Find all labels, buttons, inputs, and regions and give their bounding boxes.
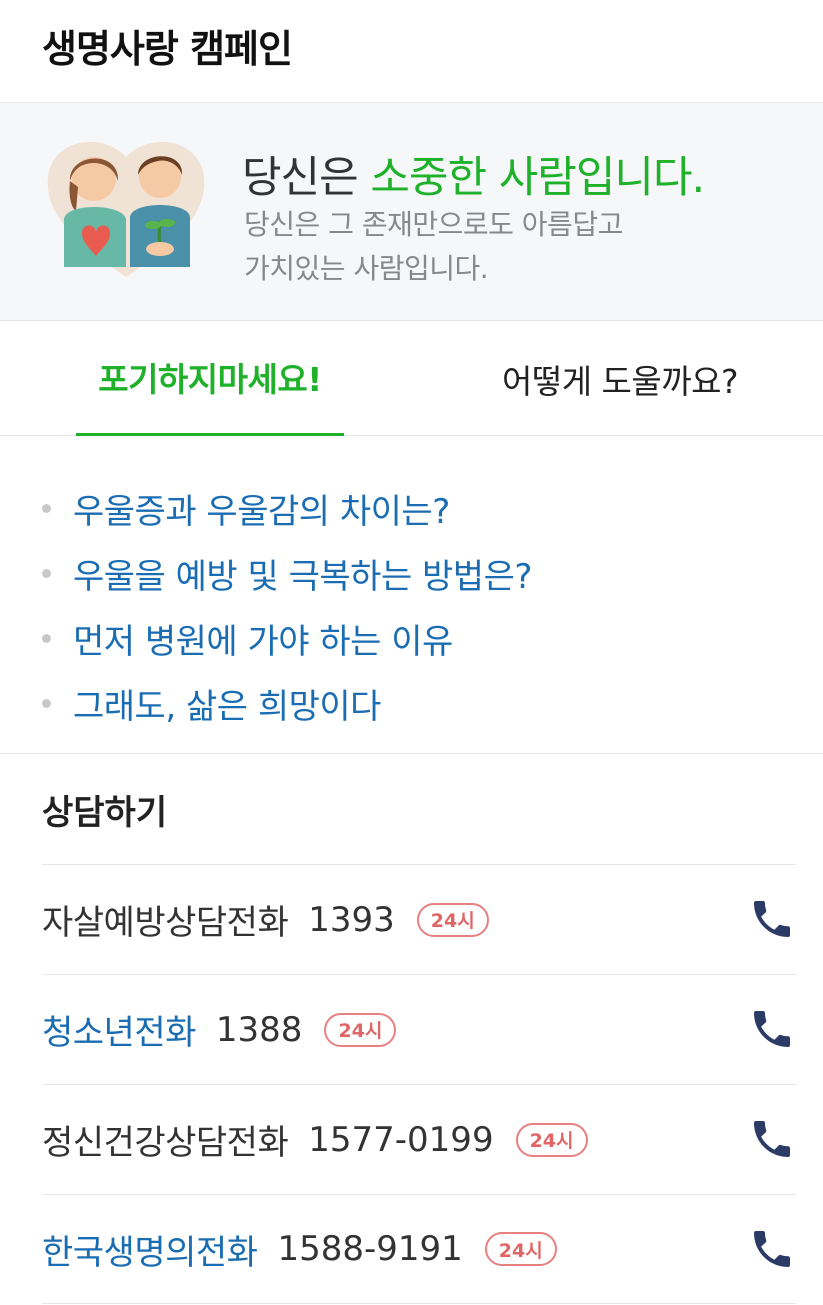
topic-list: 우울증과 우울감의 차이는? 우울을 예방 및 극복하는 방법은? 먼저 병원에…: [0, 436, 823, 754]
campaign-banner: 당신은 소중한 사람입니다. 당신은 그 존재만으로도 아름답고 가치있는 사람…: [0, 103, 823, 321]
hotline-number: 1577-0199: [308, 1119, 494, 1160]
hotline-number: 1388: [215, 1009, 303, 1050]
hotline-list: 자살예방상담전화 1393 24시 청소년전화 1388 24시 정신건강상담전…: [42, 864, 796, 1304]
bullet-icon: [42, 569, 51, 578]
list-item[interactable]: 우울증과 우울감의 차이는?: [0, 476, 823, 541]
hotline-number: 1393: [308, 899, 395, 940]
phone-icon[interactable]: [748, 895, 796, 943]
phone-icon[interactable]: [748, 1225, 796, 1273]
counsel-section-title: 상담하기: [42, 792, 168, 833]
banner-headline: 당신은 소중한 사람입니다.: [242, 143, 705, 205]
headline-highlight: 소중한 사람입니다.: [370, 153, 705, 203]
phone-icon[interactable]: [748, 1005, 796, 1053]
topic-link[interactable]: 그래도, 삶은 희망이다: [73, 679, 381, 728]
hotline-name[interactable]: 한국생명의전화: [42, 1225, 258, 1274]
subtitle-line-2: 가치있는 사람입니다.: [244, 252, 489, 285]
hotline-row[interactable]: 자살예방상담전화 1393 24시: [42, 864, 796, 974]
topic-link[interactable]: 우울을 예방 및 극복하는 방법은?: [73, 549, 532, 598]
24h-badge: 24시: [416, 902, 489, 937]
subtitle-line-1: 당신은 그 존재만으로도 아름답고: [244, 208, 623, 241]
header: 생명사랑 캠페인: [0, 0, 823, 103]
24h-badge: 24시: [515, 1122, 588, 1157]
tab-how-to-help[interactable]: 어떻게 도울까요?: [440, 321, 800, 436]
list-item[interactable]: 먼저 병원에 가야 하는 이유: [0, 606, 823, 671]
hotline-name: 자살예방상담전화: [42, 903, 289, 943]
bullet-icon: [42, 699, 51, 708]
24h-badge: 24시: [484, 1232, 557, 1266]
banner-subtitle: 당신은 그 존재만으로도 아름답고 가치있는 사람입니다.: [244, 203, 623, 291]
hotline-name[interactable]: 청소년전화: [42, 1005, 196, 1054]
24h-badge: 24시: [324, 1012, 397, 1047]
hotline-name: 정신건강상담전화: [42, 1123, 289, 1163]
headline-plain: 당신은: [242, 153, 371, 203]
tab-bar: 포기하지마세요! 어떻게 도울까요?: [0, 321, 823, 436]
topic-link[interactable]: 먼저 병원에 가야 하는 이유: [73, 614, 453, 663]
list-item[interactable]: 그래도, 삶은 희망이다: [0, 671, 823, 736]
phone-icon[interactable]: [748, 1115, 796, 1163]
hotline-row[interactable]: 정신건강상담전화 1577-0199 24시: [42, 1084, 796, 1194]
hotline-number: 1588-9191: [277, 1229, 463, 1269]
page-title: 생명사랑 캠페인: [42, 27, 293, 71]
hotline-row[interactable]: 한국생명의전화 1588-9191 24시: [42, 1194, 796, 1304]
bullet-icon: [42, 504, 51, 513]
bullet-icon: [42, 634, 51, 643]
topic-link[interactable]: 우울증과 우울감의 차이는?: [73, 484, 450, 533]
hotline-row[interactable]: 청소년전화 1388 24시: [42, 974, 796, 1084]
tab-dont-give-up[interactable]: 포기하지마세요!: [76, 321, 344, 436]
list-item[interactable]: 우울을 예방 및 극복하는 방법은?: [0, 541, 823, 606]
couple-illustration: [47, 141, 205, 277]
